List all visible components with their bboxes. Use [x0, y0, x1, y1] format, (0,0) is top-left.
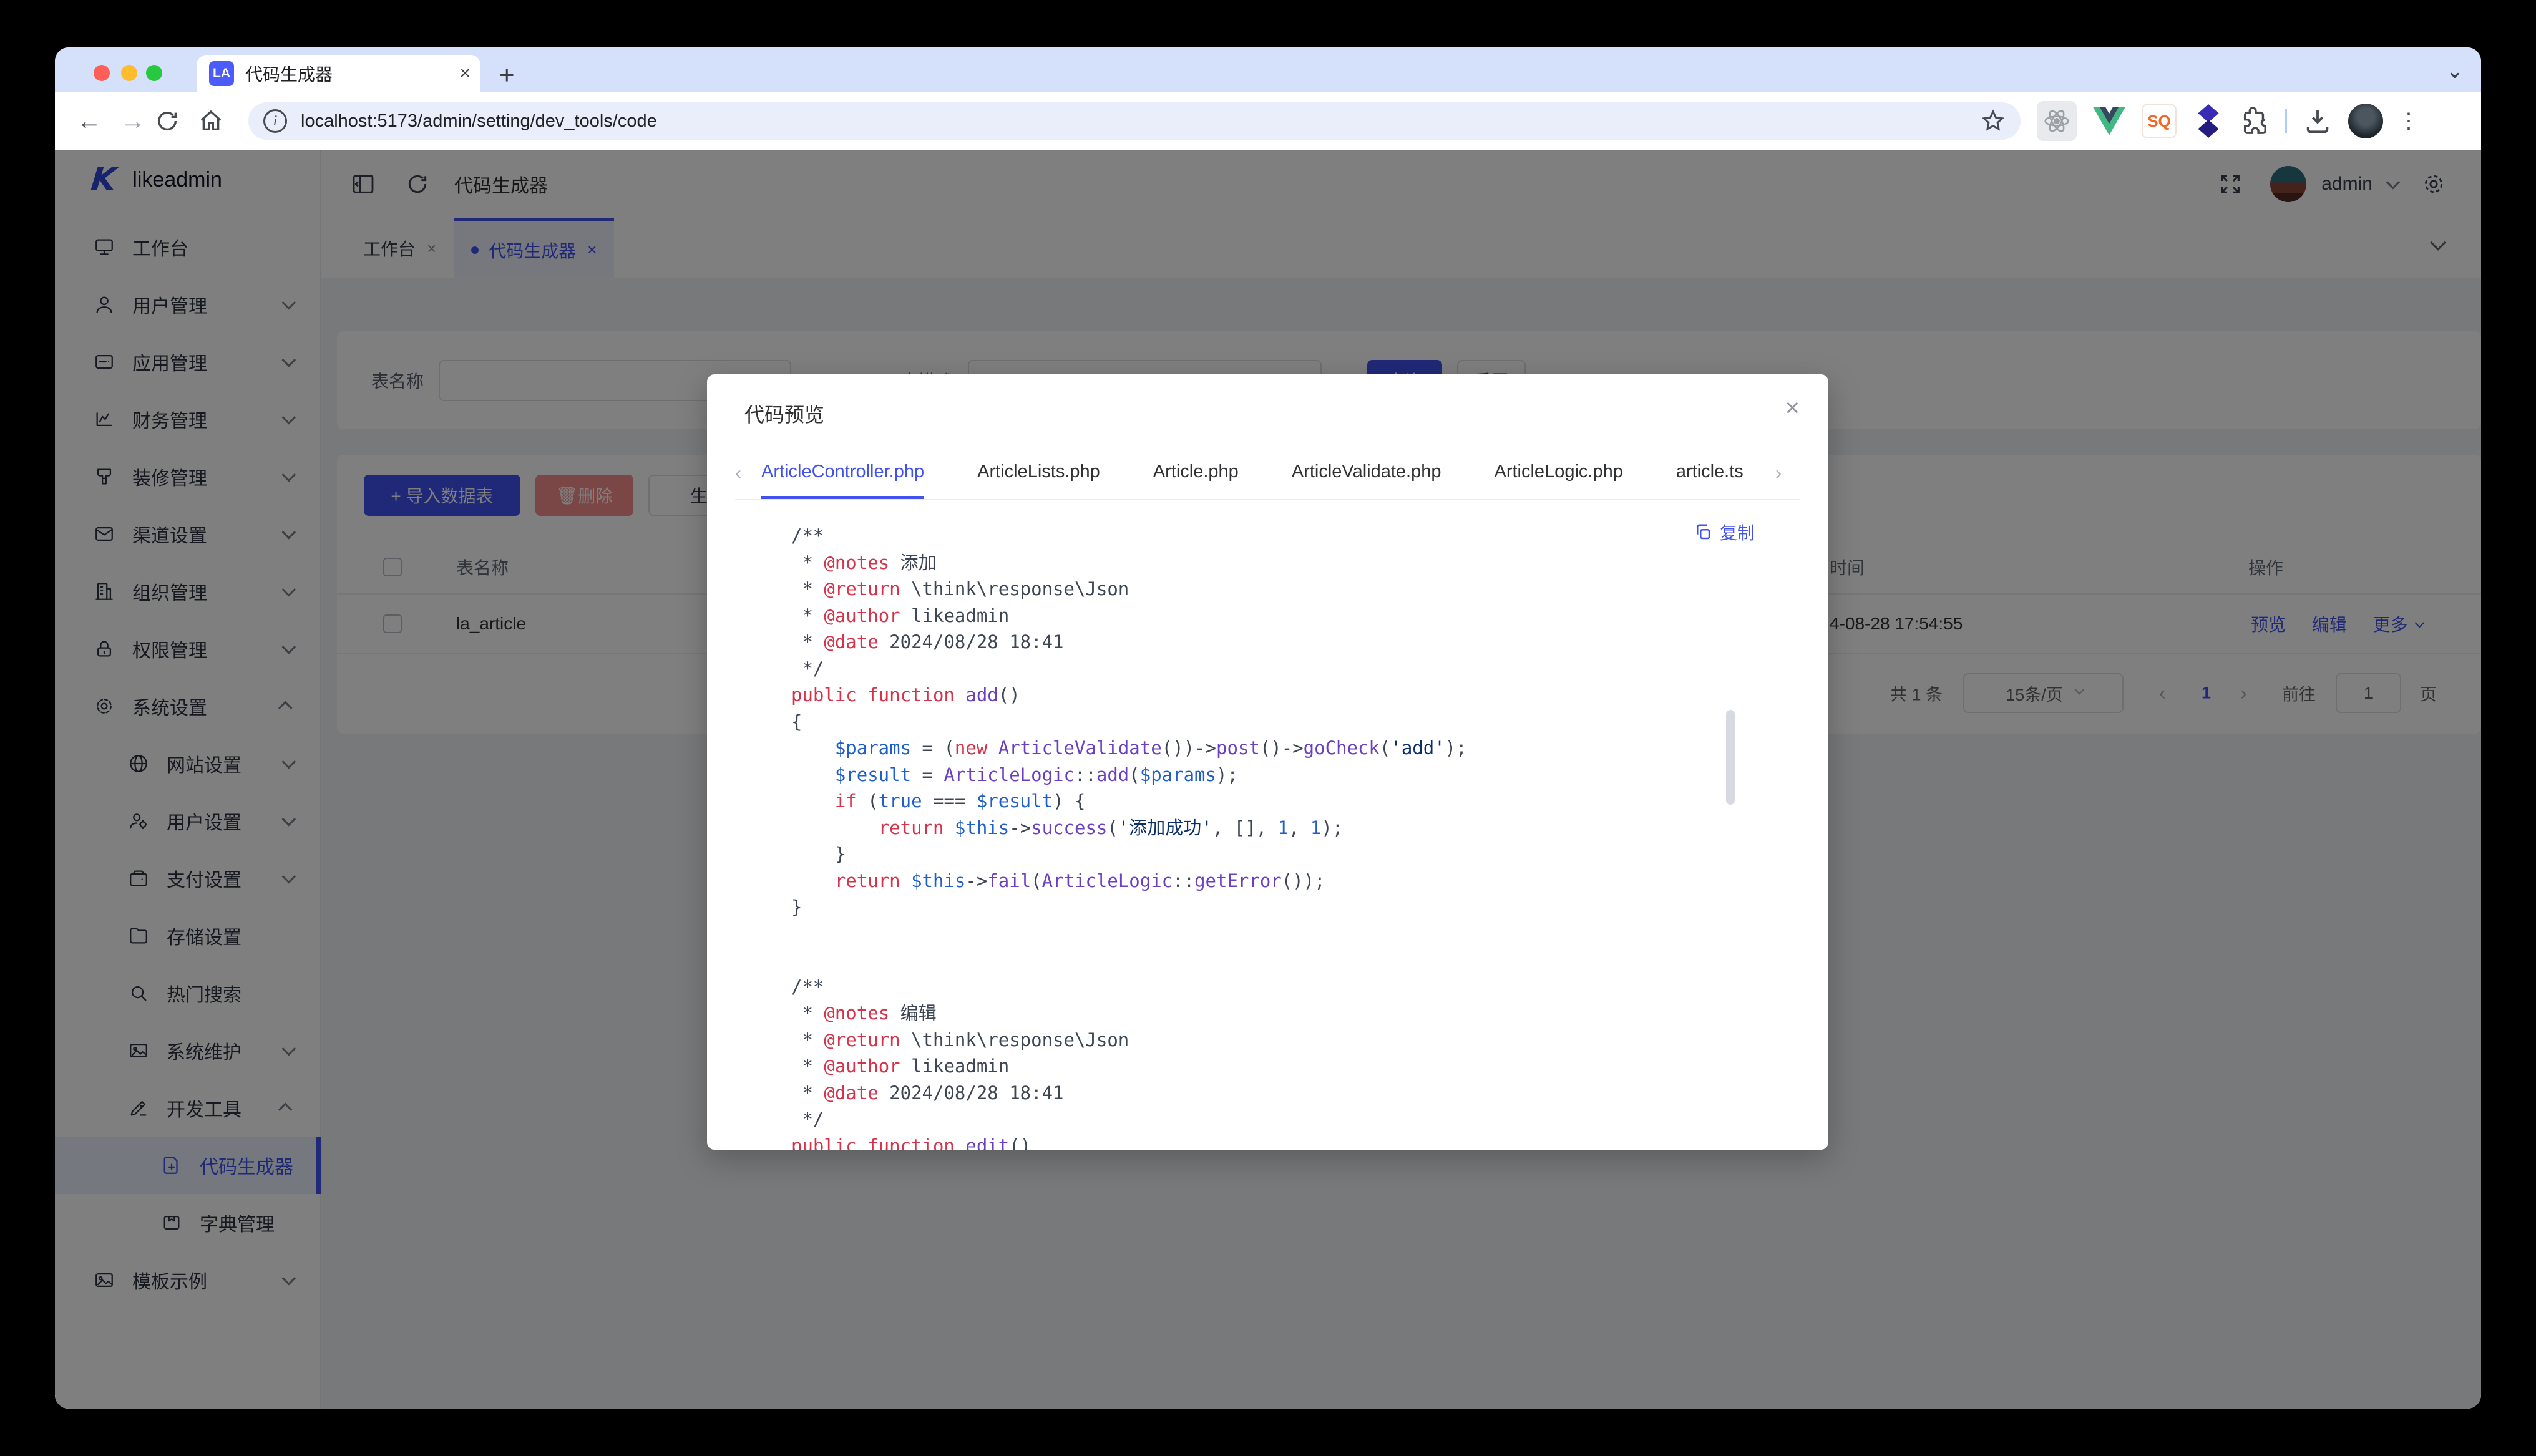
code-line: return $this->success('添加成功', [], 1, 1); [791, 815, 1467, 842]
modal-tabs: ArticleController.php ArticleLists.php Art… [761, 448, 1744, 499]
code-line: * @return \think\response\Json [791, 576, 1467, 603]
tab-title: 代码生成器 [245, 61, 459, 86]
code-line: * @author likeadmin [791, 1053, 1467, 1080]
code-line: */ [791, 656, 1467, 682]
modal-tabs-bar: ‹ ArticleController.phpArticleLists.phpA… [735, 448, 1800, 500]
browser-profile-avatar[interactable] [2348, 104, 2383, 138]
react-devtools-icon[interactable] [2037, 101, 2077, 141]
modal-tab-article.ts[interactable]: article.ts [1676, 448, 1744, 499]
code-line: * @return \think\response\Json [791, 1027, 1467, 1054]
vue-devtools-icon[interactable] [2093, 107, 2125, 135]
tab-search-chevron-icon[interactable]: ⌄ [2446, 59, 2464, 84]
code-line: } [791, 841, 1467, 868]
code-scrollbar-thumb[interactable] [1726, 710, 1735, 805]
copy-button[interactable]: 复制 [1694, 520, 1755, 545]
modal-tab-Article.php[interactable]: Article.php [1153, 448, 1239, 499]
modal-title: 代码预览 [744, 399, 824, 428]
modal-tab-ArticleController.php[interactable]: ArticleController.php [761, 448, 924, 499]
favicon: LA [209, 61, 234, 86]
modal-tab-ArticleLists.php[interactable]: ArticleLists.php [977, 448, 1100, 499]
maximize-window-button[interactable] [146, 65, 162, 81]
url-text[interactable]: localhost:5173/admin/setting/dev_tools/c… [301, 111, 1981, 132]
minimize-window-button[interactable] [121, 65, 137, 81]
copy-label: 复制 [1720, 520, 1755, 545]
url-bar[interactable]: i localhost:5173/admin/setting/dev_tools… [248, 102, 2021, 140]
code-line: $params = (new ArticleValidate())->post(… [791, 735, 1467, 762]
close-window-button[interactable] [94, 65, 110, 81]
code-preview-modal: 代码预览 × ‹ ArticleController.php ArticleLis… [707, 374, 1828, 1150]
browser-toolbar: ← → i localhost:5173/admin/setting/dev_t… [55, 92, 2481, 150]
modal-close-icon[interactable]: × [1785, 394, 1800, 422]
code-line: * @date 2024/08/28 18:41 [791, 1080, 1467, 1107]
toolbar-divider [2285, 109, 2287, 133]
bookmark-star-icon[interactable] [1981, 109, 2006, 133]
code-line: public function edit() [791, 1133, 1467, 1150]
site-info-icon[interactable]: i [263, 109, 287, 133]
code-line [791, 947, 1467, 974]
reload-button[interactable] [155, 109, 198, 133]
code-line: { [791, 709, 1467, 735]
code-line: * @date 2024/08/28 18:41 [791, 629, 1467, 656]
code-block[interactable]: /** * @notes 添加 * @return \think\respons… [791, 523, 1467, 1150]
browser-tab[interactable]: LA 代码生成器 × [197, 55, 480, 92]
screen: LA 代码生成器 × + ⌄ ← → i localhost:5173/admi… [0, 0, 2536, 1456]
code-line: /** [791, 523, 1467, 550]
sq-extension-icon[interactable]: SQ [2142, 104, 2177, 138]
copy-icon [1694, 523, 1712, 541]
code-line: return $this->fail(ArticleLogic::getErro… [791, 868, 1467, 895]
code-line: */ [791, 1106, 1467, 1133]
code-line: * @author likeadmin [791, 603, 1467, 629]
code-line: $result = ArticleLogic::add($params); [791, 762, 1467, 789]
browser-tabstrip: LA 代码生成器 × + ⌄ [55, 47, 2481, 92]
extensions-puzzle-icon[interactable] [2240, 107, 2269, 135]
browser-window: LA 代码生成器 × + ⌄ ← → i localhost:5173/admi… [55, 47, 2481, 1409]
browser-menu-kebab-icon[interactable]: ⋮ [2387, 109, 2431, 133]
downloads-icon[interactable] [2303, 107, 2332, 135]
code-line [791, 921, 1467, 948]
forward-button[interactable]: → [111, 107, 155, 135]
home-button[interactable] [198, 109, 242, 133]
tabs-next-arrow-icon[interactable]: › [1775, 448, 1800, 499]
code-line: } [791, 894, 1467, 921]
code-line: public function add() [791, 682, 1467, 709]
code-line: * @notes 添加 [791, 550, 1467, 576]
back-button[interactable]: ← [67, 107, 111, 135]
code-line: /** [791, 974, 1467, 1001]
modal-tab-ArticleValidate.php[interactable]: ArticleValidate.php [1292, 448, 1441, 499]
tabs-prev-arrow-icon[interactable]: ‹ [735, 448, 760, 499]
modal-tab-ArticleLogic.php[interactable]: ArticleLogic.php [1494, 448, 1622, 499]
diamond-extension-icon[interactable] [2193, 104, 2224, 138]
new-tab-button[interactable]: + [499, 60, 515, 90]
code-line: * @notes 编辑 [791, 1000, 1467, 1027]
tab-close-icon[interactable]: × [459, 64, 471, 83]
code-line: if (true === $result) { [791, 788, 1467, 815]
